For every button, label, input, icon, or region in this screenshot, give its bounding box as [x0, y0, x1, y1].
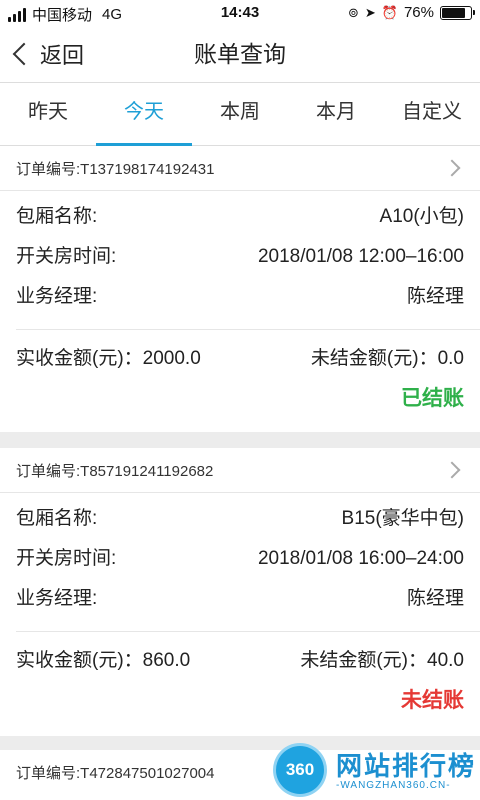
room-label: 包厢名称:: [16, 206, 98, 227]
unsettled-amount: 未结金额(元)：0.0: [310, 348, 464, 369]
alarm-icon: ⏰: [381, 4, 398, 20]
manager-label: 业务经理:: [16, 286, 98, 307]
manager-value: 陈经理: [406, 286, 464, 307]
room-value: B15(豪华中包): [341, 508, 464, 529]
manager-row: 业务经理: 陈经理: [16, 579, 464, 619]
tab-yesterday[interactable]: 昨天: [0, 83, 96, 145]
date-filter-tabs: 昨天 今天 本周 本月 自定义: [0, 83, 480, 146]
order-header[interactable]: 订单编号:T137198174192431: [0, 146, 480, 191]
room-row: 包厢名称: A10(小包): [16, 197, 464, 237]
amount-row: 实收金额(元)：2000.0 未结金额(元)：0.0: [0, 330, 480, 388]
rotation-lock-icon: ⊚: [347, 4, 359, 20]
battery-icon: [440, 5, 475, 20]
time-label: 开关房时间:: [16, 548, 117, 569]
tab-this-month[interactable]: 本月: [288, 83, 384, 145]
manager-label: 业务经理:: [16, 588, 98, 609]
order-header[interactable]: 订单编号:T472847501027004: [0, 750, 480, 794]
time-value: 2018/01/08 12:00–16:00: [257, 246, 464, 267]
status-bar: 中国移动 4G 14:43 ⊚ ➤ ⏰ 76%: [0, 0, 480, 26]
location-icon: ➤: [364, 4, 376, 20]
order-number: 订单编号:T137198174192431: [16, 160, 215, 178]
time-row: 开关房时间: 2018/01/08 12:00–16:00: [16, 237, 464, 277]
unsettled-amount: 未结金额(元)：40.0: [300, 650, 464, 671]
order-card: 订单编号:T857191241192682 包厢名称: B15(豪华中包) 开关…: [0, 448, 480, 736]
tab-today[interactable]: 今天: [96, 83, 192, 146]
back-button[interactable]: 返回: [10, 26, 84, 82]
manager-row: 业务经理: 陈经理: [16, 277, 464, 317]
amount-row: 实收金额(元)：860.0 未结金额(元)：40.0: [0, 632, 480, 690]
order-card: 订单编号:T137198174192431 包厢名称: A10(小包) 开关房时…: [0, 146, 480, 432]
manager-value: 陈经理: [406, 588, 464, 609]
room-row: 包厢名称: B15(豪华中包): [16, 499, 464, 539]
time-label: 开关房时间:: [16, 246, 117, 267]
nav-bar: 返回 账单查询: [0, 26, 480, 83]
time-value: 2018/01/08 16:00–24:00: [257, 548, 464, 569]
room-label: 包厢名称:: [16, 508, 98, 529]
order-number: 订单编号:T472847501027004: [16, 764, 215, 782]
chevron-right-icon: [443, 461, 461, 479]
battery-percent: 76%: [403, 4, 434, 21]
order-card: 订单编号:T472847501027004: [0, 750, 480, 800]
tab-custom[interactable]: 自定义: [384, 83, 480, 145]
time-row: 开关房时间: 2018/01/08 16:00–24:00: [16, 539, 464, 579]
status-right: ⊚ ➤ ⏰ 76%: [347, 4, 475, 21]
chevron-right-icon: [443, 159, 461, 177]
received-amount: 实收金额(元)：860.0: [16, 650, 191, 671]
room-value: A10(小包): [379, 206, 464, 227]
received-amount: 实收金额(元)：2000.0: [16, 348, 201, 369]
chevron-left-icon: [12, 42, 36, 66]
tab-this-week[interactable]: 本周: [192, 83, 288, 145]
order-header[interactable]: 订单编号:T857191241192682: [0, 448, 480, 493]
back-label: 返回: [40, 43, 85, 68]
order-number: 订单编号:T857191241192682: [16, 462, 214, 480]
